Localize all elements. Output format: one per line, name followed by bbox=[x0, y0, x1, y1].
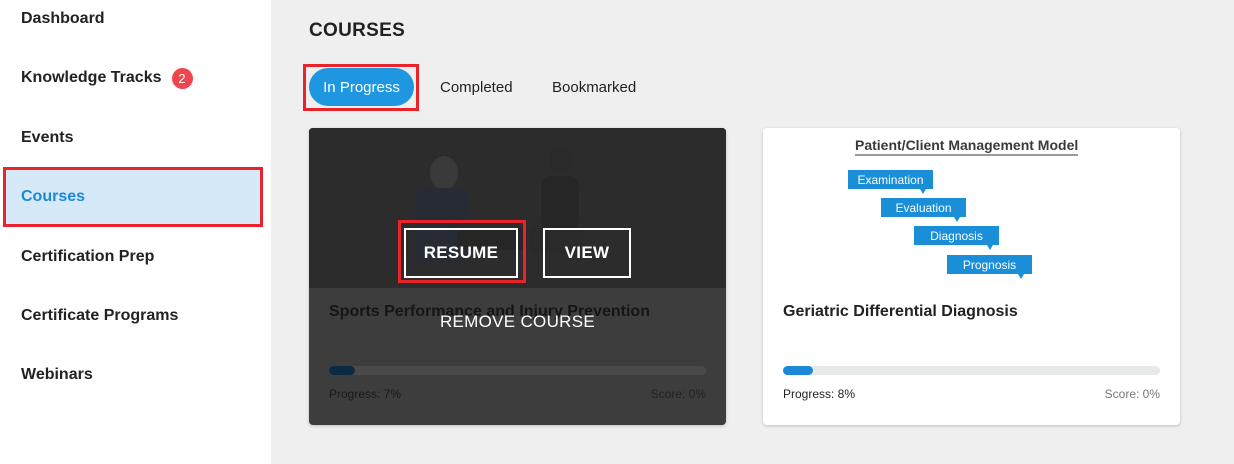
course-thumbnail: Patient/Client Management Model Examinat… bbox=[763, 128, 1180, 288]
sidebar-item-label: Dashboard bbox=[21, 10, 105, 27]
sidebar-item-courses[interactable]: Courses bbox=[3, 167, 263, 227]
diagram-title: Patient/Client Management Model bbox=[855, 137, 1079, 156]
diagram-step: Prognosis bbox=[947, 255, 1032, 274]
tab-bookmarked[interactable]: Bookmarked bbox=[552, 68, 636, 106]
sidebar-item-label: Webinars bbox=[21, 366, 93, 383]
sidebar-item-label: Certification Prep bbox=[21, 248, 155, 265]
tab-completed[interactable]: Completed bbox=[440, 68, 513, 106]
progress-bar bbox=[329, 366, 706, 375]
sidebar-item-certification-prep[interactable]: Certification Prep bbox=[0, 228, 262, 286]
score-text: Score: 0% bbox=[1104, 387, 1160, 401]
course-card[interactable]: Sports Performance and Injury Prevention… bbox=[309, 128, 726, 425]
progress-text: Progress: 7% bbox=[329, 387, 402, 401]
sidebar-item-label: Certificate Programs bbox=[21, 307, 179, 324]
tab-in-progress[interactable]: In Progress bbox=[309, 68, 414, 106]
sidebar-item-label: Courses bbox=[21, 188, 86, 205]
diagram-step: Diagnosis bbox=[914, 226, 999, 245]
progress-fill bbox=[783, 366, 814, 375]
score-text: Score: 0% bbox=[650, 387, 706, 401]
sidebar-item-label: Knowledge Tracks bbox=[21, 69, 162, 86]
progress-bar bbox=[783, 366, 1160, 375]
sidebar-item-certificate-programs[interactable]: Certificate Programs bbox=[0, 287, 262, 345]
sidebar: Dashboard Knowledge Tracks 2 Events Cour… bbox=[0, 0, 271, 464]
notification-badge: 2 bbox=[171, 67, 193, 89]
sidebar-item-knowledge-tracks[interactable]: Knowledge Tracks 2 bbox=[0, 49, 262, 107]
sidebar-item-events[interactable]: Events bbox=[0, 109, 262, 167]
arrow-down-icon bbox=[954, 217, 960, 222]
diagram-step: Evaluation bbox=[881, 198, 966, 217]
arrow-down-icon bbox=[987, 245, 993, 250]
progress-fill bbox=[329, 366, 356, 375]
remove-course-button[interactable]: REMOVE COURSE bbox=[309, 312, 726, 332]
arrow-down-icon bbox=[920, 189, 926, 194]
resume-button[interactable]: RESUME bbox=[404, 228, 518, 278]
course-title: Geriatric Differential Diagnosis bbox=[783, 303, 1018, 320]
progress-text: Progress: 8% bbox=[783, 387, 856, 401]
diagram-step: Examination bbox=[848, 170, 933, 189]
view-button[interactable]: VIEW bbox=[543, 228, 631, 278]
sidebar-item-webinars[interactable]: Webinars bbox=[0, 346, 262, 404]
course-card[interactable]: Patient/Client Management Model Examinat… bbox=[763, 128, 1180, 425]
sidebar-item-label: Events bbox=[21, 129, 74, 146]
page-title: COURSES bbox=[309, 20, 406, 41]
sidebar-item-dashboard[interactable]: Dashboard bbox=[0, 0, 262, 48]
arrow-down-icon bbox=[1018, 274, 1024, 279]
